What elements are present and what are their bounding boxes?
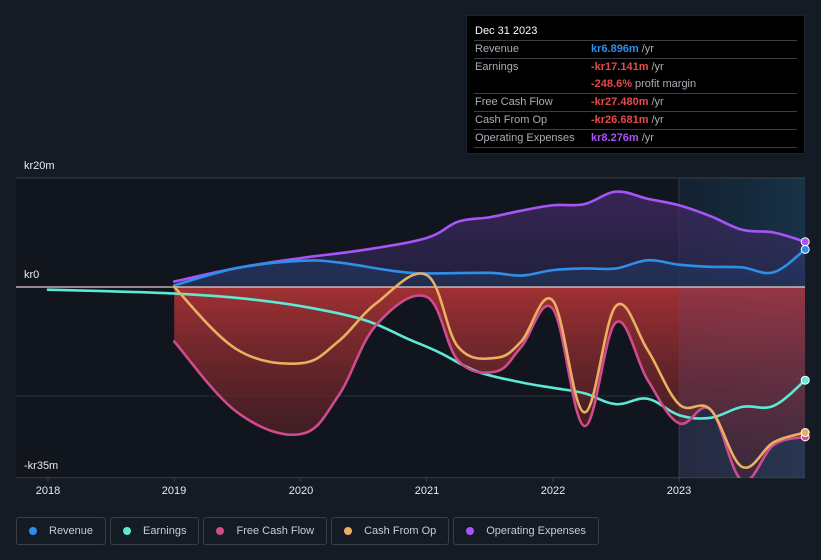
highlight-negative-tint	[679, 287, 805, 478]
cash-from-op-end-point	[800, 428, 810, 438]
legend-item-free-cash-flow[interactable]: Free Cash Flow	[203, 517, 328, 545]
free-cash-flow-dot-icon	[216, 527, 225, 535]
legend-item-operating-expenses[interactable]: Operating Expenses	[453, 517, 599, 545]
legend-label: Cash From Op	[364, 525, 437, 537]
earnings-end-point	[800, 375, 810, 385]
tooltip-date: Dec 31 2023	[475, 25, 538, 37]
tooltip-value: kr6.896m	[591, 43, 639, 55]
tooltip-row-revenue: Revenue kr6.896m /yr	[474, 40, 797, 58]
legend-item-revenue[interactable]: Revenue	[16, 517, 107, 545]
tooltip-label	[474, 76, 591, 93]
tooltip-row-cash-from-op: Cash From Op -kr26.681m /yr	[474, 111, 797, 129]
legend-label: Earnings	[143, 525, 187, 537]
tooltip-value: -kr17.141m	[591, 61, 649, 73]
legend-label: Revenue	[49, 525, 94, 537]
y-tick-label: -kr35m	[24, 460, 59, 472]
x-tick-label: 2019	[161, 485, 187, 497]
tooltip-row-profit-margin: -248.6% profit margin	[474, 76, 797, 93]
tooltip-unit: /yr	[641, 132, 654, 144]
x-tick-label: 2023	[666, 485, 692, 497]
tooltip-row-free-cash-flow: Free Cash Flow -kr27.480m /yr	[474, 93, 797, 111]
y-tick-label: kr20m	[24, 160, 55, 172]
tooltip-label: Earnings	[475, 61, 519, 73]
legend-item-cash-from-op[interactable]: Cash From Op	[331, 517, 450, 545]
tooltip-value: -kr26.681m	[591, 114, 649, 126]
legend-item-earnings[interactable]: Earnings	[110, 517, 200, 545]
tooltip-unit: /yr	[651, 114, 664, 126]
y-tick-label: kr0	[24, 269, 40, 281]
tooltip-label: Operating Expenses	[475, 132, 575, 144]
tooltip-row-operating-expenses: Operating Expenses kr8.276m /yr	[474, 129, 797, 148]
tooltip-unit: /yr	[651, 96, 664, 108]
x-tick-label: 2020	[288, 485, 314, 497]
operating-expenses-dot-icon	[466, 527, 475, 535]
tooltip-unit: profit margin	[634, 78, 697, 90]
revenue-dot-icon	[29, 527, 37, 535]
x-tick-label: 2021	[414, 485, 440, 497]
tooltip-label: Free Cash Flow	[475, 96, 553, 108]
data-tooltip: Dec 31 2023 Revenue kr6.896m /yr Earning…	[466, 15, 805, 154]
tooltip-label: Cash From Op	[475, 114, 548, 126]
tooltip-label: Revenue	[475, 43, 520, 55]
tooltip-unit: /yr	[641, 43, 654, 55]
tooltip-value: -kr27.480m	[591, 96, 649, 108]
tooltip-unit: /yr	[651, 61, 664, 73]
cash-from-op-dot-icon	[344, 527, 353, 535]
revenue-end-point	[800, 244, 810, 254]
legend-label: Operating Expenses	[486, 525, 586, 537]
earnings-dot-icon	[123, 527, 132, 535]
chart-legend: Revenue Earnings Free Cash Flow Cash Fro…	[16, 517, 599, 545]
operating-expenses-end-point	[800, 237, 810, 247]
tooltip-value: -248.6%	[591, 78, 632, 90]
tooltip-row-earnings: Earnings -kr17.141m /yr	[474, 58, 797, 76]
x-tick-label: 2022	[540, 485, 566, 497]
tooltip-value: kr8.276m	[591, 132, 639, 144]
x-tick-label: 2018	[35, 485, 61, 497]
legend-label: Free Cash Flow	[236, 525, 315, 537]
